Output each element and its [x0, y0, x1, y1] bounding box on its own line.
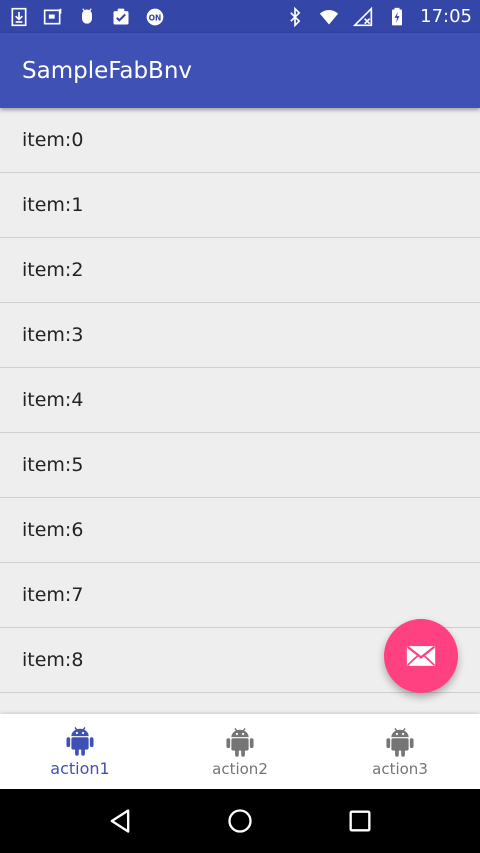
recents-button[interactable] — [340, 801, 380, 841]
signal-off-icon — [352, 6, 374, 28]
nav-item-action2[interactable]: action2 — [160, 714, 320, 789]
status-system: 17:05 — [284, 6, 472, 28]
list-item[interactable]: item:0 — [0, 108, 480, 173]
bottom-navigation: action1 action2 action3 — [0, 714, 480, 789]
recents-square-icon — [346, 807, 374, 835]
status-bar: ON 17:05 — [0, 0, 480, 33]
app-bar: SampleFabBnv — [0, 33, 480, 108]
photo-icon — [42, 6, 64, 28]
nav-label-action1: action1 — [50, 759, 110, 778]
android-icon — [65, 725, 95, 757]
on-badge-text: ON — [149, 13, 162, 22]
nav-item-action1[interactable]: action1 — [0, 714, 160, 789]
home-button[interactable] — [220, 801, 260, 841]
app-title: SampleFabBnv — [22, 57, 193, 84]
status-clock: 17:05 — [420, 6, 472, 27]
android-icon — [385, 726, 415, 758]
android-icon — [225, 726, 255, 758]
list-item[interactable]: item:3 — [0, 303, 480, 368]
nav-item-action3[interactable]: action3 — [320, 714, 480, 789]
wifi-icon — [318, 6, 340, 28]
bluetooth-icon — [284, 6, 306, 28]
battery-charging-icon — [386, 6, 408, 28]
fab-mail-button[interactable] — [384, 619, 458, 693]
nav-label-action2: action2 — [212, 759, 268, 778]
android-icon — [76, 6, 98, 28]
back-button[interactable] — [100, 801, 140, 841]
back-triangle-icon — [106, 807, 134, 835]
list-item[interactable]: item:5 — [0, 433, 480, 498]
home-circle-icon — [226, 807, 254, 835]
clipboard-check-icon — [110, 6, 132, 28]
list-item[interactable]: item:7 — [0, 563, 480, 628]
on-badge-icon: ON — [144, 6, 166, 28]
list-item[interactable]: item:4 — [0, 368, 480, 433]
mail-icon — [404, 639, 438, 673]
nav-label-action3: action3 — [372, 759, 428, 778]
list-item[interactable]: item:1 — [0, 173, 480, 238]
download-icon — [8, 6, 30, 28]
system-navigation-bar — [0, 789, 480, 853]
list-item[interactable]: item:6 — [0, 498, 480, 563]
status-notifications: ON — [8, 6, 166, 28]
list-item[interactable]: item:2 — [0, 238, 480, 303]
